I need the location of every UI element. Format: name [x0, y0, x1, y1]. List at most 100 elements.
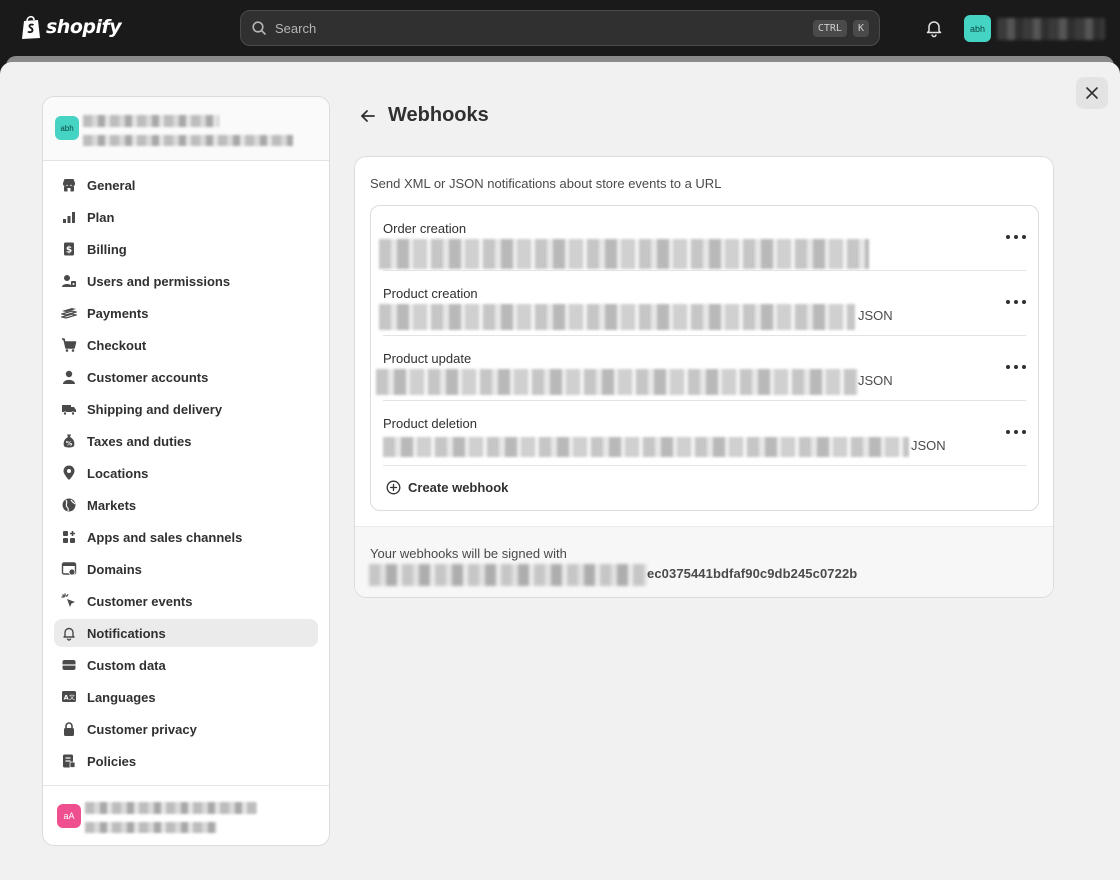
svg-text:文: 文: [69, 694, 75, 702]
search-input[interactable]: [275, 20, 807, 36]
dot-icon: [1022, 235, 1026, 239]
apps-icon: [63, 531, 75, 543]
tax-icon: %: [63, 434, 75, 448]
sidebar-item-apps[interactable]: Apps and sales channels: [54, 523, 318, 551]
webhook-row[interactable]: Order creation: [371, 206, 1038, 271]
store-header[interactable]: abh: [43, 97, 329, 161]
store-domain-redacted: [83, 135, 293, 146]
sidebar-item-label: Apps and sales channels: [87, 529, 243, 545]
store-icon: [63, 179, 75, 192]
sidebar-item-customer-accounts[interactable]: Customer accounts: [54, 363, 318, 391]
store-avatar: abh: [55, 116, 79, 140]
webhook-event: Product creation: [383, 286, 478, 301]
top-bar: shopify CTRL K abh: [0, 0, 1120, 56]
sidebar-item-label: General: [87, 177, 136, 193]
sidebar-item-label: Locations: [87, 465, 149, 481]
close-button[interactable]: [1076, 77, 1108, 109]
location-icon: [63, 465, 75, 480]
create-webhook-button[interactable]: Create webhook: [386, 480, 508, 495]
back-arrow-icon[interactable]: [358, 106, 378, 126]
truck-icon: [62, 405, 76, 416]
sidebar-item-customer-privacy[interactable]: Customer privacy: [54, 715, 318, 743]
more-actions-button[interactable]: [1006, 425, 1026, 439]
sidebar-item-languages[interactable]: A文 Languages: [54, 683, 318, 711]
person-icon: [63, 370, 75, 384]
sidebar-item-label: Customer accounts: [87, 369, 209, 385]
webhook-url-redacted: [376, 369, 858, 395]
sidebar-item-notifications[interactable]: Notifications: [54, 619, 318, 647]
sidebar-item-markets[interactable]: Markets: [54, 491, 318, 519]
user-name-redacted[interactable]: [997, 18, 1105, 40]
webhook-event: Product deletion: [383, 416, 477, 431]
cursor-icon: [61, 593, 75, 607]
sidebar-item-label: Billing: [87, 241, 127, 257]
row-divider: [383, 465, 1026, 466]
sidebar-item-label: Domains: [87, 561, 142, 577]
search-bar[interactable]: CTRL K: [240, 10, 880, 46]
create-webhook-label: Create webhook: [408, 480, 509, 495]
database-icon: [62, 660, 76, 670]
cart-icon: [62, 338, 77, 352]
users-icon: [62, 275, 76, 287]
sidebar-item-shipping[interactable]: Shipping and delivery: [54, 395, 318, 423]
page-header: Webhooks: [358, 104, 489, 127]
webhooks-card: Send XML or JSON notifications about sto…: [354, 156, 1054, 598]
shopify-bag-icon: [22, 15, 40, 39]
more-actions-button[interactable]: [1006, 295, 1026, 309]
webhooks-description: Send XML or JSON notifications about sto…: [370, 176, 722, 191]
sidebar-item-billing[interactable]: $ Billing: [54, 235, 318, 263]
sidebar-item-label: Languages: [87, 689, 156, 705]
dot-icon: [1014, 365, 1018, 369]
dot-icon: [1022, 365, 1026, 369]
dot-icon: [1006, 365, 1010, 369]
signing-secret-section: Your webhooks will be signed with ec0375…: [355, 526, 1053, 597]
sidebar-item-general[interactable]: General: [54, 171, 318, 199]
sidebar-item-policies[interactable]: Policies: [54, 747, 318, 775]
webhook-row[interactable]: Product update JSON: [371, 336, 1038, 401]
dot-icon: [1014, 300, 1018, 304]
dot-icon: [1014, 430, 1018, 434]
webhook-format: JSON: [858, 373, 893, 388]
globe-icon: [62, 498, 76, 512]
more-actions-button[interactable]: [1006, 360, 1026, 374]
sidebar-item-checkout[interactable]: Checkout: [54, 331, 318, 359]
dot-icon: [1006, 235, 1010, 239]
plus-circle-icon: [386, 480, 401, 495]
close-icon: [1086, 87, 1098, 99]
plan-icon: [63, 212, 75, 223]
domain-icon: [61, 562, 77, 576]
shortcut-key-k: K: [852, 19, 869, 37]
search-icon: [252, 21, 266, 35]
shopify-logo[interactable]: shopify: [20, 14, 122, 40]
sidebar-item-label: Plan: [87, 209, 115, 225]
webhook-url-redacted: [379, 304, 855, 330]
webhook-url-redacted: [383, 437, 909, 457]
sidebar-item-customer-events[interactable]: Customer events: [54, 587, 318, 615]
sidebar-item-plan[interactable]: Plan: [54, 203, 318, 231]
webhook-row[interactable]: Product creation JSON: [371, 271, 1038, 336]
lock-icon: [64, 722, 74, 736]
sidebar-item-custom-data[interactable]: Custom data: [54, 651, 318, 679]
webhook-format: JSON: [911, 438, 946, 453]
notifications-bell-icon[interactable]: [924, 18, 944, 38]
user-avatar[interactable]: abh: [964, 15, 991, 42]
more-actions-button[interactable]: [1006, 230, 1026, 244]
sidebar-nav: General Plan $ Billing Users and permiss…: [43, 171, 329, 779]
webhooks-list: Order creation Product creation JSON Pro…: [370, 205, 1039, 511]
sidebar-item-domains[interactable]: Domains: [54, 555, 318, 583]
account-footer[interactable]: aA: [43, 785, 329, 845]
webhook-url-redacted: [379, 239, 869, 269]
sidebar-item-taxes[interactable]: % Taxes and duties: [54, 427, 318, 455]
sidebar-item-users[interactable]: Users and permissions: [54, 267, 318, 295]
payments-icon: [61, 308, 77, 319]
shortcut-key-ctrl: CTRL: [812, 19, 847, 37]
sidebar-item-label: Payments: [87, 305, 149, 321]
logo-text: shopify: [46, 16, 122, 38]
sidebar-item-payments[interactable]: Payments: [54, 299, 318, 327]
sidebar-item-locations[interactable]: Locations: [54, 459, 318, 487]
account-avatar: aA: [57, 804, 81, 828]
sidebar-item-label: Shipping and delivery: [87, 401, 223, 417]
account-email-redacted: [85, 822, 217, 833]
dot-icon: [1006, 430, 1010, 434]
webhook-row[interactable]: Product deletion JSON: [371, 401, 1038, 466]
